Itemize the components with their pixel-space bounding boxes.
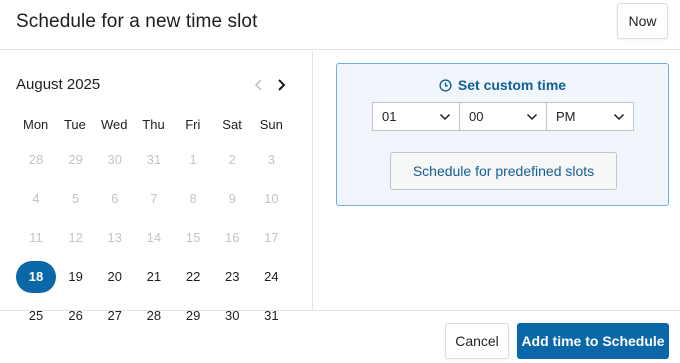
day-number: 10: [264, 191, 279, 206]
chevron-right-icon[interactable]: [274, 76, 288, 94]
schedule-dialog: Schedule for a new time slot Now August …: [0, 0, 680, 363]
day-number: 20: [107, 269, 122, 284]
day-number: 7: [150, 191, 158, 206]
calendar-day[interactable]: 24: [252, 257, 291, 296]
meridiem-select[interactable]: PM: [546, 102, 634, 131]
weekday-label: Sat: [222, 117, 242, 132]
calendar-day: 9: [213, 179, 252, 218]
set-custom-time-label: Set custom time: [457, 77, 567, 93]
add-time-to-schedule-button[interactable]: Add time to Schedule: [517, 323, 669, 359]
weekday-label: Mon: [22, 117, 49, 132]
calendar-day: 29: [56, 140, 95, 179]
calendar-day: 3: [252, 140, 291, 179]
dialog-header: Schedule for a new time slot Now: [0, 0, 680, 50]
day-number: 22: [185, 269, 201, 284]
day-number: 29: [68, 152, 83, 167]
hour-value: 01: [382, 109, 397, 124]
set-custom-time-heading: Set custom time: [337, 77, 668, 93]
calendar-day: 7: [134, 179, 173, 218]
calendar-day: 16: [213, 218, 252, 257]
day-number: 4: [32, 191, 40, 206]
day-number: 16: [225, 230, 240, 245]
minute-value: 00: [469, 109, 484, 124]
day-number: 11: [29, 230, 43, 245]
calendar-day[interactable]: 19: [56, 257, 95, 296]
chevron-down-icon: [526, 113, 538, 121]
calendar-day: 30: [95, 140, 134, 179]
day-number: 9: [228, 191, 236, 206]
day-grid: 28 29 30 31 1 2 3 4 5 6 7 8 9 10 11 12 13 14 15 16 17 18 19 20 2…: [16, 140, 291, 335]
calendar-day: 4: [16, 179, 56, 218]
day-number: 1: [189, 152, 197, 167]
day-number: 15: [185, 230, 201, 245]
day-number: 5: [71, 191, 80, 206]
chevron-left-icon[interactable]: [252, 76, 266, 94]
custom-time-panel: Set custom time 01 00 PM Schedule for pr…: [336, 63, 669, 206]
calendar-day: 8: [174, 179, 213, 218]
day-number: 13: [107, 230, 122, 245]
clock-icon: [439, 78, 452, 92]
calendar-day: 31: [134, 140, 173, 179]
day-number: 23: [225, 269, 240, 284]
day-number: 30: [107, 152, 122, 167]
hour-select[interactable]: 01: [372, 102, 460, 131]
weekday-label: Sun: [259, 117, 283, 132]
calendar-day: 28: [16, 140, 56, 179]
day-number: 3: [267, 152, 276, 167]
calendar-day[interactable]: 22: [174, 257, 213, 296]
calendar-panel: August 2025 Mon Tue Wed Thu Fri Sat Sun 28 29 30…: [0, 51, 313, 323]
now-button[interactable]: Now: [617, 3, 668, 39]
calendar-day[interactable]: 23: [213, 257, 252, 296]
chevron-down-icon: [439, 113, 451, 121]
cancel-button[interactable]: Cancel: [445, 323, 509, 359]
day-number: 28: [28, 152, 44, 167]
schedule-predefined-slots-button[interactable]: Schedule for predefined slots: [390, 152, 617, 190]
dialog-body: August 2025 Mon Tue Wed Thu Fri Sat Sun 28 29 30…: [0, 51, 680, 323]
day-number: 19: [68, 269, 83, 284]
calendar-day: 5: [56, 179, 95, 218]
calendar-day: 15: [174, 218, 213, 257]
calendar-day: 14: [134, 218, 173, 257]
calendar-day: 13: [95, 218, 134, 257]
dialog-title: Schedule for a new time slot: [16, 11, 258, 32]
day-number: 31: [146, 152, 162, 167]
chevron-down-icon: [613, 113, 625, 121]
day-number: 8: [189, 191, 197, 206]
calendar-day: 10: [252, 179, 291, 218]
dialog-footer: Cancel Add time to Schedule: [0, 310, 680, 363]
calendar-day: 11: [16, 218, 56, 257]
calendar-day: 1: [174, 140, 213, 179]
day-number: 14: [146, 230, 162, 245]
calendar-day[interactable]: 21: [134, 257, 173, 296]
day-number: 12: [68, 230, 83, 245]
weekday-header: Mon Tue Wed Thu Fri Sat Sun: [16, 117, 291, 132]
calendar-day[interactable]: 20: [95, 257, 134, 296]
day-number: 18: [16, 260, 56, 293]
calendar-day: 6: [95, 179, 134, 218]
weekday-label: Fri: [185, 117, 201, 132]
selected-day[interactable]: 18: [16, 257, 56, 296]
calendar-day: 17: [252, 218, 291, 257]
minute-select[interactable]: 00: [459, 102, 547, 131]
day-number: 2: [228, 152, 236, 167]
meridiem-value: PM: [556, 109, 576, 124]
weekday-label: Tue: [63, 117, 86, 132]
weekday-label: Wed: [100, 117, 128, 132]
calendar-day: 12: [56, 218, 95, 257]
day-number: 17: [264, 230, 279, 245]
calendar-day: 2: [213, 140, 252, 179]
day-number: 6: [111, 191, 119, 206]
day-number: 24: [264, 269, 279, 284]
time-selects: 01 00 PM: [372, 102, 634, 131]
month-label: August 2025: [16, 76, 101, 93]
day-number: 21: [146, 269, 162, 284]
weekday-label: Thu: [142, 117, 165, 132]
